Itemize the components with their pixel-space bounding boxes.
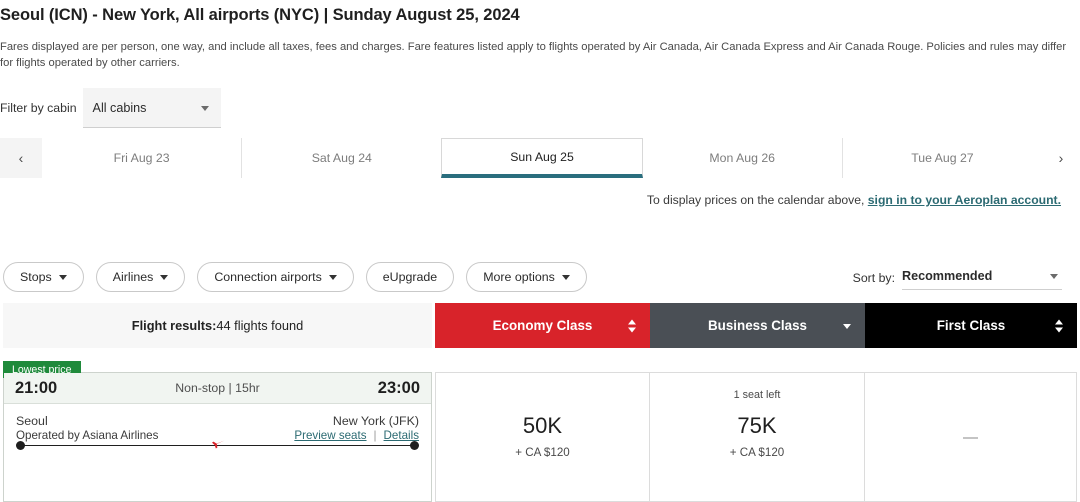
price-cell-first[interactable]: —: [865, 372, 1077, 502]
economy-price-amount: 50K: [522, 413, 563, 438]
filter-pill-row: Stops Airlines Connection airports eUpgr…: [3, 262, 587, 292]
cabin-filter: Filter by cabin All cabins: [0, 88, 221, 128]
city-row: Seoul New York (JFK): [16, 414, 419, 428]
up-down-arrows-icon[interactable]: [628, 319, 636, 332]
cabin-select-value: All cabins: [92, 100, 147, 115]
arrow-up-icon: [628, 319, 636, 324]
chevron-down-icon: [58, 274, 67, 280]
first-class-label: First Class: [936, 318, 1006, 333]
date-tab-tue-aug-27[interactable]: Tue Aug 27: [841, 138, 1043, 178]
column-header-economy-class[interactable]: Economy Class: [435, 303, 650, 348]
flight-results-count: Flight results: 44 flights found: [3, 303, 432, 348]
preview-seats-link[interactable]: Preview seats: [294, 429, 366, 442]
aeroplan-signin-link[interactable]: sign in to your Aeroplan account.: [868, 193, 1061, 207]
date-tab-list: Fri Aug 23 Sat Aug 24 Sun Aug 25 Mon Aug…: [42, 138, 1043, 178]
aeroplan-note-text: To display prices on the calendar above,: [646, 193, 868, 207]
flight-times-strip: 21:00 Non-stop | 15hr 23:00: [4, 373, 431, 404]
filter-airlines-label: Airlines: [112, 270, 154, 284]
price-cell-economy[interactable]: 50K + CA $120: [435, 372, 650, 502]
flight-results-value: 44 flights found: [216, 318, 304, 333]
business-seats-left: 1 seat left: [733, 389, 781, 401]
date-tab-fri-aug-23[interactable]: Fri Aug 23: [42, 138, 242, 178]
flight-card-links: Preview seats | Details: [294, 429, 419, 442]
chevron-down-icon: [160, 274, 169, 280]
sort-select[interactable]: Recommended: [902, 262, 1062, 290]
arrow-up-icon: [1055, 319, 1063, 324]
flight-duration: Non-stop | 15hr: [175, 381, 260, 395]
filter-connection-airports-button[interactable]: Connection airports: [197, 262, 354, 292]
fare-disclaimer: Fares displayed are per person, one way,…: [0, 41, 1067, 69]
date-carousel: ‹ Fri Aug 23 Sat Aug 24 Sun Aug 25 Mon A…: [0, 138, 1080, 178]
date-tab-sat-aug-24[interactable]: Sat Aug 24: [241, 138, 442, 178]
cabin-filter-label: Filter by cabin: [0, 101, 77, 115]
up-down-arrows-icon[interactable]: [1055, 319, 1063, 332]
flight-results-label: Flight results:: [131, 318, 217, 333]
chevron-down-icon[interactable]: [843, 323, 851, 329]
chevron-down-icon: [561, 274, 570, 280]
economy-class-label: Economy Class: [492, 318, 593, 333]
chevron-down-icon: [1050, 273, 1058, 279]
flight-card-footer: Operated by Asiana Airlines Preview seat…: [16, 429, 419, 442]
flight-card-body: Seoul New York (JFK) Operated by Asiana …: [4, 404, 431, 451]
flight-search-results-page: Seoul (ICN) - New York, All airports (NY…: [0, 0, 1080, 502]
cabin-select[interactable]: All cabins: [82, 88, 221, 128]
flight-card: Lowest price 21:00 Non-stop | 15hr 23:00…: [3, 361, 432, 502]
filter-eupgrade-label: eUpgrade: [382, 270, 438, 284]
flight-result-row: Lowest price 21:00 Non-stop | 15hr 23:00…: [3, 360, 1077, 502]
filter-stops-button[interactable]: Stops: [3, 262, 84, 292]
route-line: [16, 440, 419, 451]
filter-more-options-label: More options: [483, 270, 555, 284]
sort-control: Sort by: Recommended: [853, 262, 1062, 290]
date-tab-mon-aug-26[interactable]: Mon Aug 26: [642, 138, 842, 178]
first-price-amount: —: [963, 428, 978, 446]
economy-price-taxes: + CA $120: [515, 446, 570, 459]
filter-airlines-button[interactable]: Airlines: [95, 262, 186, 292]
column-header-business-class[interactable]: Business Class: [650, 303, 865, 348]
chevron-down-icon: [328, 274, 337, 280]
arrow-down-icon: [1055, 327, 1063, 332]
filter-connection-airports-label: Connection airports: [214, 270, 322, 284]
business-price-taxes: + CA $120: [729, 446, 785, 459]
details-link[interactable]: Details: [384, 429, 419, 442]
sort-select-value: Recommended: [902, 268, 993, 283]
arrow-down-icon: [628, 327, 636, 332]
results-header-bar: Flight results: 44 flights found Economy …: [3, 303, 1077, 348]
date-tab-sun-aug-25[interactable]: Sun Aug 25: [441, 138, 643, 178]
aeroplan-signin-note: To display prices on the calendar above,…: [647, 193, 1061, 207]
destination-city: New York (JFK): [332, 414, 419, 428]
filter-stops-label: Stops: [20, 270, 52, 284]
filter-more-options-button[interactable]: More options: [466, 262, 587, 292]
chevron-left-icon[interactable]: ‹: [0, 138, 42, 178]
route-origin-dot: [16, 441, 25, 450]
column-header-first-class[interactable]: First Class: [865, 303, 1077, 348]
business-price-amount: 75K: [737, 413, 777, 438]
chevron-down-icon: [200, 105, 209, 111]
route-destination-dot: [410, 441, 419, 450]
origin-city: Seoul: [16, 414, 48, 428]
operating-carrier: Operated by Asiana Airlines: [16, 429, 159, 442]
price-cell-business[interactable]: 1 seat left 75K + CA $120: [650, 372, 865, 502]
filter-eupgrade-button[interactable]: eUpgrade: [365, 262, 455, 292]
sort-by-label: Sort by:: [852, 271, 895, 285]
link-separator: |: [373, 429, 377, 442]
chevron-right-icon[interactable]: ›: [1042, 138, 1080, 178]
page-title: Seoul (ICN) - New York, All airports (NY…: [0, 6, 520, 24]
business-class-label: Business Class: [708, 318, 807, 333]
